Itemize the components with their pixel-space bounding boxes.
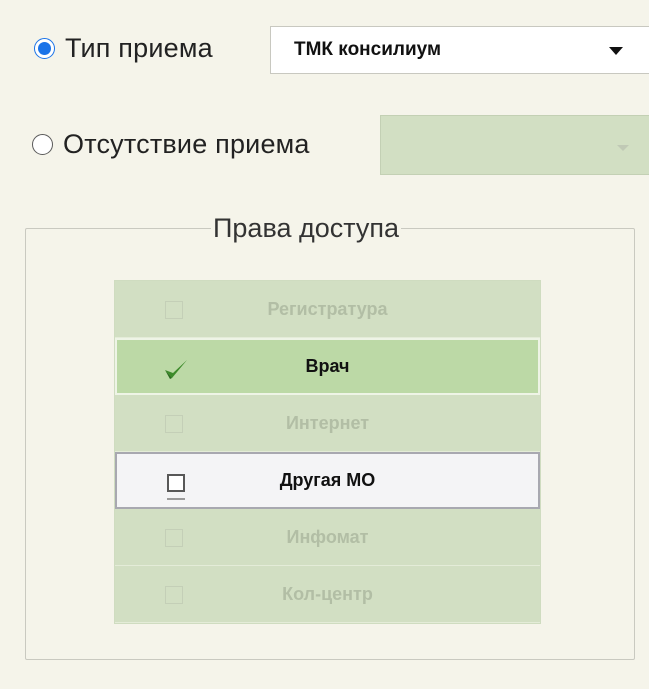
access-item-vrach[interactable]: Врач: [115, 338, 540, 395]
chevron-down-icon: [609, 47, 623, 55]
chevron-down-icon: [617, 145, 629, 151]
access-rights-title: Права доступа: [213, 213, 400, 243]
access-item-infomat: Инфомат: [115, 509, 540, 566]
absence-radio[interactable]: [32, 133, 53, 155]
access-item-internet: Интернет: [115, 395, 540, 452]
checkbox-icon: [165, 301, 183, 319]
checkbox-icon: [165, 586, 183, 604]
appointment-type-label: Тип приема: [65, 32, 213, 63]
appointment-type-radio[interactable]: [34, 37, 55, 59]
absence-radio-group[interactable]: Отсутствие приема: [32, 114, 310, 174]
checkbox-icon[interactable]: [167, 474, 185, 500]
access-item-drugaya-mo[interactable]: Другая МО: [115, 452, 540, 509]
access-rights-list: Регистратура Врач Интернет Другая МО Инф…: [114, 280, 541, 624]
access-item-call-center: Кол-центр: [115, 566, 540, 623]
appointment-type-select-value: ТМК консилиум: [294, 39, 442, 60]
appointment-type-radio-group[interactable]: Тип приема: [34, 24, 213, 72]
checkmark-icon[interactable]: [163, 356, 189, 382]
appointment-type-select[interactable]: ТМК консилиум: [270, 26, 649, 74]
checkbox-icon: [165, 415, 183, 433]
checkbox-icon: [165, 529, 183, 547]
absence-label: Отсутствие приема: [63, 128, 310, 159]
access-item-registratura: Регистратура: [115, 281, 540, 338]
absence-select: [380, 115, 649, 175]
